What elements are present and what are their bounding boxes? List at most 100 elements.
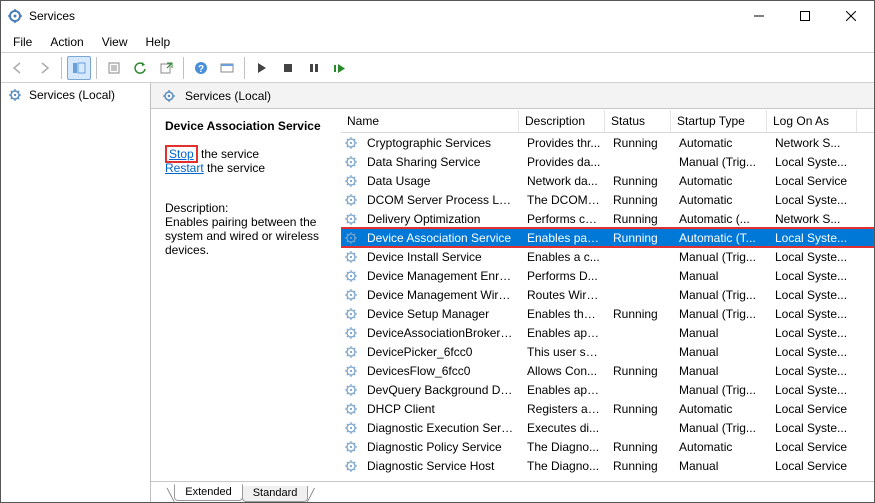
tree-pane: Services (Local) — [1, 83, 151, 502]
cell-startup: Manual (Trig... — [673, 288, 769, 302]
window-title: Services — [29, 9, 736, 23]
service-row[interactable]: Device Install ServiceEnables a c...Manu… — [341, 247, 874, 266]
help-button[interactable]: ? — [189, 56, 213, 80]
service-row[interactable]: Device Setup ManagerEnables the ...Runni… — [341, 304, 874, 323]
service-row[interactable]: Data UsageNetwork da...RunningAutomaticL… — [341, 171, 874, 190]
col-log-on-as[interactable]: Log On As — [767, 110, 857, 132]
close-button[interactable] — [828, 1, 874, 31]
gear-icon — [343, 420, 359, 436]
cell-name: DeviceAssociationBroker_6f... — [361, 326, 521, 340]
maximize-button[interactable] — [782, 1, 828, 31]
cell-name: Cryptographic Services — [361, 136, 521, 150]
column-headers: Name Description Status Startup Type Log… — [341, 109, 874, 133]
cell-status: Running — [607, 212, 673, 226]
cell-logon: Local Syste... — [769, 345, 859, 359]
service-row[interactable]: Diagnostic Execution ServiceExecutes di.… — [341, 418, 874, 437]
service-row[interactable]: Diagnostic Service HostThe Diagno...Runn… — [341, 456, 874, 475]
cell-status: Running — [607, 307, 673, 321]
menu-view[interactable]: View — [94, 33, 136, 51]
service-row[interactable]: Diagnostic Policy ServiceThe Diagno...Ru… — [341, 437, 874, 456]
cell-description: Enables app... — [521, 326, 607, 340]
minimize-button[interactable] — [736, 1, 782, 31]
service-row[interactable]: DevicesFlow_6fcc0Allows Con...RunningMan… — [341, 361, 874, 380]
service-row[interactable]: Device Association ServiceEnables pair..… — [341, 228, 874, 247]
cell-description: The DCOML... — [521, 193, 607, 207]
cell-name: Device Association Service — [361, 231, 521, 245]
restart-link[interactable]: Restart — [165, 161, 204, 175]
properties-button[interactable] — [102, 56, 126, 80]
service-row[interactable]: Data Sharing ServiceProvides da...Manual… — [341, 152, 874, 171]
service-row[interactable]: Device Management Enroll...Performs D...… — [341, 266, 874, 285]
gear-icon — [343, 230, 359, 246]
col-name[interactable]: Name — [341, 110, 519, 132]
bottom-tabs: ╲ Extended Standard ╱ — [151, 482, 874, 502]
cell-logon: Local Syste... — [769, 250, 859, 264]
gear-icon — [343, 325, 359, 341]
gear-icon — [343, 211, 359, 227]
cell-startup: Manual (Trig... — [673, 383, 769, 397]
cell-startup: Manual — [673, 459, 769, 473]
menu-help[interactable]: Help — [138, 33, 179, 51]
cell-status: Running — [607, 440, 673, 454]
service-rows[interactable]: Cryptographic ServicesProvides thr...Run… — [341, 133, 874, 481]
back-button[interactable] — [6, 56, 30, 80]
col-description[interactable]: Description — [519, 110, 605, 132]
refresh-button[interactable] — [128, 56, 152, 80]
service-row[interactable]: DHCP ClientRegisters an...RunningAutomat… — [341, 399, 874, 418]
export-button[interactable] — [154, 56, 178, 80]
show-hide-tree-button[interactable] — [67, 56, 91, 80]
right-pane-title: Services (Local) — [185, 89, 271, 103]
gear-icon — [343, 135, 359, 151]
cell-description: Network da... — [521, 174, 607, 188]
col-startup-type[interactable]: Startup Type — [671, 110, 767, 132]
cell-startup: Manual — [673, 269, 769, 283]
services-app-icon — [7, 8, 23, 24]
cell-name: DHCP Client — [361, 402, 521, 416]
right-pane: Services (Local) Device Association Serv… — [151, 83, 874, 502]
stop-service-button[interactable] — [276, 56, 300, 80]
gear-icon — [343, 173, 359, 189]
cell-name: Diagnostic Policy Service — [361, 440, 521, 454]
cell-startup: Manual — [673, 364, 769, 378]
cell-startup: Manual (Trig... — [673, 307, 769, 321]
pause-service-button[interactable] — [302, 56, 326, 80]
description-text: Enables pairing between the system and w… — [165, 215, 333, 257]
menu-action[interactable]: Action — [42, 33, 91, 51]
tab-extended[interactable]: Extended — [174, 484, 242, 501]
start-service-button[interactable] — [250, 56, 274, 80]
toolbar: ? — [1, 53, 874, 83]
cell-logon: Local Service — [769, 402, 859, 416]
service-row[interactable]: DeviceAssociationBroker_6f...Enables app… — [341, 323, 874, 342]
tree-root[interactable]: Services (Local) — [1, 83, 150, 107]
service-row[interactable]: Device Management Wirele...Routes Wire..… — [341, 285, 874, 304]
cell-description: Enables pair... — [521, 231, 607, 245]
description-label: Description: — [165, 201, 333, 215]
cell-description: Executes di... — [521, 421, 607, 435]
titlebar: Services — [1, 1, 874, 31]
service-row[interactable]: DCOM Server Process Laun...The DCOML...R… — [341, 190, 874, 209]
col-status[interactable]: Status — [605, 110, 671, 132]
cell-description: Allows Con... — [521, 364, 607, 378]
gear-icon — [7, 87, 23, 103]
gear-icon — [343, 287, 359, 303]
service-row[interactable]: DevQuery Background Disc...Enables app..… — [341, 380, 874, 399]
cell-logon: Network S... — [769, 136, 859, 150]
service-row[interactable]: DevicePicker_6fcc0This user ser...Manual… — [341, 342, 874, 361]
gear-icon — [343, 439, 359, 455]
service-row[interactable]: Cryptographic ServicesProvides thr...Run… — [341, 133, 874, 152]
cell-logon: Local Syste... — [769, 231, 859, 245]
cell-name: Diagnostic Execution Service — [361, 421, 521, 435]
cell-logon: Local Syste... — [769, 307, 859, 321]
cell-logon: Local Syste... — [769, 326, 859, 340]
restart-service-button[interactable] — [328, 56, 352, 80]
cell-status: Running — [607, 174, 673, 188]
tab-standard[interactable]: Standard — [242, 486, 309, 502]
cell-startup: Automatic (T... — [673, 231, 769, 245]
cell-status: Running — [607, 193, 673, 207]
show-hide-action-button[interactable] — [215, 56, 239, 80]
gear-icon — [343, 249, 359, 265]
forward-button[interactable] — [32, 56, 56, 80]
menu-file[interactable]: File — [5, 33, 40, 51]
service-row[interactable]: Delivery OptimizationPerforms co...Runni… — [341, 209, 874, 228]
cell-logon: Local Syste... — [769, 269, 859, 283]
